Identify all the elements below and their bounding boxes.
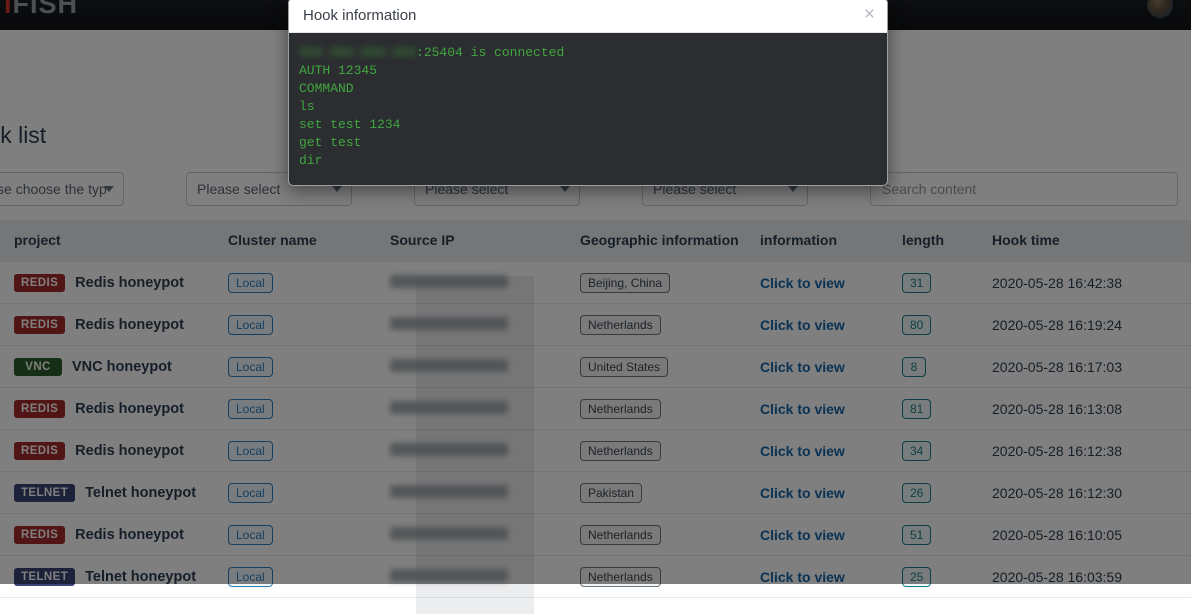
- terminal-text: dir: [299, 153, 323, 168]
- terminal-line: ls: [299, 98, 877, 116]
- terminal-text: set test 1234: [299, 117, 401, 132]
- hook-information-modal: Hook information × 000.000.000.000:25404…: [288, 0, 888, 186]
- terminal-text: AUTH 12345: [299, 63, 378, 78]
- modal-title: Hook information: [303, 7, 417, 24]
- terminal-line: 000.000.000.000:25404 is connected: [299, 44, 877, 62]
- modal-terminal-body: 000.000.000.000:25404 is connected AUTH 1…: [289, 33, 887, 185]
- terminal-line: AUTH 12345: [299, 62, 877, 80]
- terminal-text: ls: [299, 99, 315, 114]
- terminal-line: set test 1234: [299, 116, 877, 134]
- terminal-line: get test: [299, 134, 877, 152]
- close-icon[interactable]: ×: [864, 5, 875, 24]
- terminal-line: COMMAND: [299, 80, 877, 98]
- terminal-text: :25404 is connected: [416, 45, 565, 60]
- terminal-text: COMMAND: [299, 81, 354, 96]
- modal-header: Hook information ×: [289, 0, 887, 33]
- terminal-line: dir: [299, 152, 877, 170]
- terminal-text: get test: [299, 135, 362, 150]
- terminal-redacted-ip: 000.000.000.000: [299, 45, 417, 60]
